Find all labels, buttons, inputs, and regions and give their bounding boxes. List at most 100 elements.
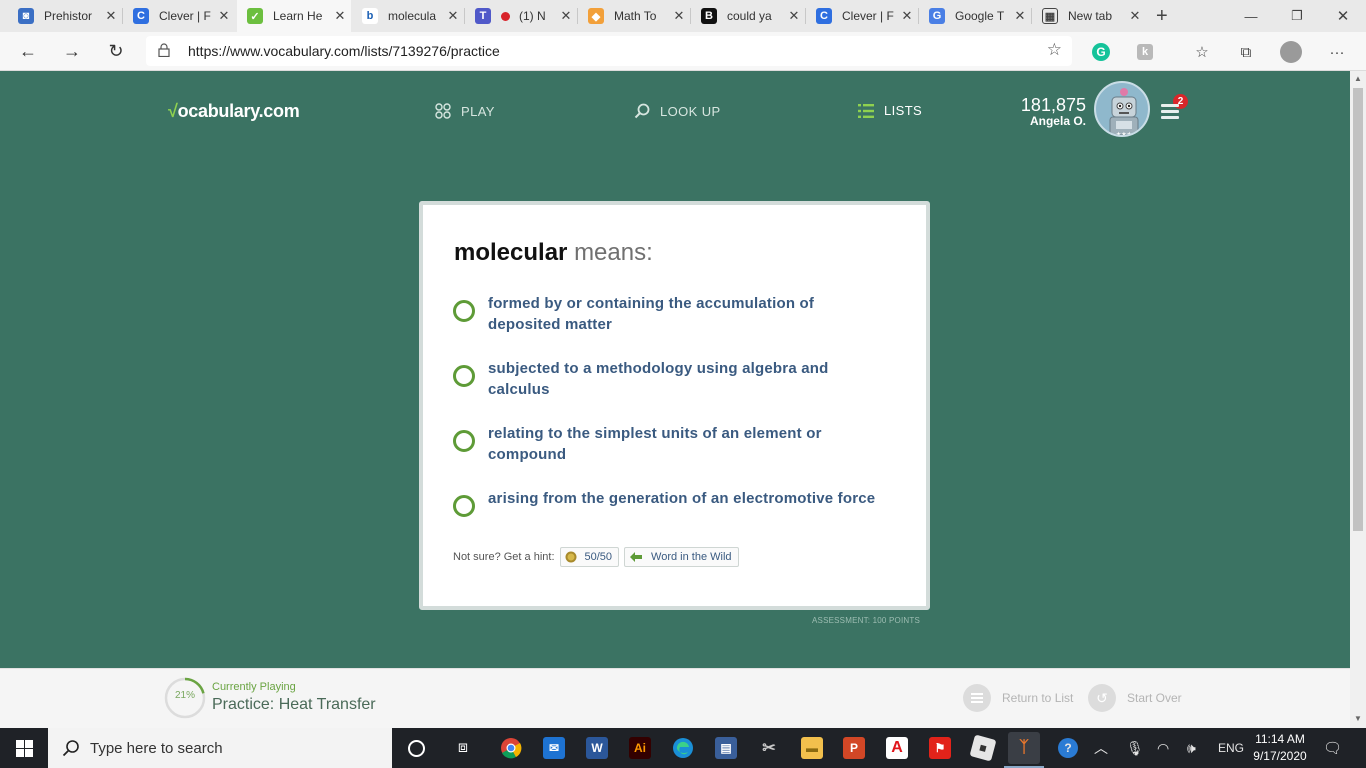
hint-5050-label: 50/50: [584, 551, 613, 563]
volume-icon[interactable]: 🕪︎: [1187, 728, 1196, 768]
start-over-button[interactable]: ↺ Start Over: [1088, 684, 1182, 712]
favorites-icon[interactable]: ☆: [1190, 40, 1214, 64]
close-icon[interactable]: ✕: [1124, 8, 1146, 24]
answer-choice[interactable]: arising from the generation of an electr…: [453, 488, 883, 517]
radio-circle-icon[interactable]: [453, 495, 475, 517]
close-icon[interactable]: ✕: [442, 8, 464, 24]
roblox-icon[interactable]: ■: [967, 732, 999, 764]
roblox-studio-icon[interactable]: ⚑: [924, 732, 956, 764]
return-to-list-button[interactable]: Return to List: [963, 684, 1073, 712]
answer-choice-text: subjected to a methodology using algebra…: [488, 360, 829, 398]
browser-tab[interactable]: C Clever | F ✕: [806, 0, 918, 32]
scroll-thumb[interactable]: [1353, 88, 1363, 531]
close-icon[interactable]: ✕: [329, 8, 351, 24]
radio-circle-icon[interactable]: [453, 430, 475, 452]
list-icon: [963, 684, 991, 712]
grammarly-icon[interactable]: G: [1089, 40, 1113, 64]
hint-5050-button[interactable]: 50/50: [559, 547, 620, 567]
windows-start-icon[interactable]: [0, 728, 48, 768]
hint-row: Not sure? Get a hint: 50/50 Word in the …: [453, 547, 739, 567]
search-icon: [62, 739, 80, 757]
play-grid-icon: [435, 103, 451, 119]
mail-icon[interactable]: ✉: [538, 732, 570, 764]
browser-tab-strip: ◙ Prehistor ✕ C Clever | F ✕ ✓ Learn He …: [0, 0, 1366, 32]
nav-play[interactable]: PLAY: [435, 103, 495, 119]
task-view-icon[interactable]: ⧈: [447, 732, 479, 764]
more-options-icon[interactable]: ···: [1325, 40, 1349, 64]
browser-tab[interactable]: b molecula ✕: [352, 0, 464, 32]
browser-tab[interactable]: ◆ Math To ✕: [578, 0, 690, 32]
robot-avatar[interactable]: ★★★: [1094, 81, 1150, 137]
answer-choice-text: formed by or containing the accumulation…: [488, 295, 815, 333]
nav-lists[interactable]: LISTS: [858, 103, 922, 118]
radio-circle-icon[interactable]: [453, 365, 475, 387]
notification-center-icon[interactable]: 🗨︎: [1323, 728, 1342, 768]
list-icon: [858, 103, 874, 118]
scroll-down-icon[interactable]: ▼: [1354, 714, 1362, 723]
hint-word-in-wild-button[interactable]: Word in the Wild: [624, 547, 739, 567]
current-activity-title[interactable]: Practice: Heat Transfer: [212, 696, 376, 714]
tab-favicon-icon: G: [929, 8, 945, 24]
edge-icon[interactable]: [667, 732, 699, 764]
hamburger-menu-icon[interactable]: [1161, 104, 1179, 119]
acrobat-icon[interactable]: A: [881, 732, 913, 764]
powerpoint-icon[interactable]: P: [838, 732, 870, 764]
illustrator-icon[interactable]: Ai: [624, 732, 656, 764]
profile-avatar-icon[interactable]: [1279, 40, 1303, 64]
answer-choice[interactable]: relating to the simplest units of an ele…: [453, 423, 883, 465]
system-clock[interactable]: 11:14 AM 9/17/2020: [1249, 731, 1311, 765]
site-logo[interactable]: √ocabulary.com: [168, 101, 300, 122]
chrome-icon[interactable]: [495, 732, 527, 764]
browser-tab[interactable]: C Clever | F ✕: [123, 0, 235, 32]
back-arrow-icon[interactable]: ←: [12, 36, 44, 66]
question-means: means:: [574, 239, 653, 266]
refresh-icon[interactable]: ↻: [100, 36, 132, 66]
wifi-icon[interactable]: ◠: [1157, 728, 1169, 768]
minimize-icon[interactable]: —: [1228, 0, 1274, 32]
question-card: molecular means: formed by or containing…: [419, 201, 930, 610]
user-points[interactable]: 181,875 Angela O.: [1000, 95, 1086, 128]
nav-lookup[interactable]: LOOK UP: [634, 103, 721, 119]
restore-icon[interactable]: ❐: [1274, 0, 1320, 32]
browser-tab[interactable]: ▦ New tab ✕: [1032, 0, 1146, 32]
answer-choice-text: relating to the simplest units of an ele…: [488, 425, 822, 463]
network-app-icon[interactable]: ▤: [710, 732, 742, 764]
tray-chevron-up-icon[interactable]: ︿: [1094, 728, 1108, 768]
question-prompt: molecular means:: [454, 239, 653, 267]
browser-tab[interactable]: B could ya ✕: [691, 0, 805, 32]
answer-choice[interactable]: formed by or containing the accumulation…: [453, 293, 883, 335]
tab-title: molecula: [388, 9, 437, 23]
snip-tool-icon[interactable]: ✂: [753, 732, 785, 764]
forward-arrow-icon[interactable]: →: [56, 36, 88, 66]
close-icon[interactable]: ✕: [783, 8, 805, 24]
close-icon[interactable]: ✕: [668, 8, 690, 24]
microphone-icon[interactable]: 🎙︎: [1126, 728, 1144, 768]
scroll-up-icon[interactable]: ▲: [1354, 74, 1362, 83]
address-bar[interactable]: https://www.vocabulary.com/lists/7139276…: [146, 36, 1072, 66]
close-icon[interactable]: ✕: [213, 8, 235, 24]
language-indicator[interactable]: ENG: [1218, 728, 1244, 768]
collections-icon[interactable]: ⧉: [1234, 40, 1258, 64]
radio-circle-icon[interactable]: [453, 300, 475, 322]
taskbar-search-box[interactable]: Type here to search: [48, 728, 392, 768]
close-icon[interactable]: ✕: [555, 8, 577, 24]
file-explorer-icon[interactable]: ▬: [796, 732, 828, 764]
answer-choice[interactable]: subjected to a methodology using algebra…: [453, 358, 883, 400]
cortana-icon[interactable]: [400, 732, 432, 764]
browser-tab[interactable]: T (1) N ✕: [465, 0, 577, 32]
close-icon[interactable]: ✕: [896, 8, 918, 24]
browser-tab[interactable]: G Google T ✕: [919, 0, 1031, 32]
close-icon[interactable]: ✕: [100, 8, 122, 24]
close-icon[interactable]: ✕: [1009, 8, 1031, 24]
extension-icon[interactable]: k: [1133, 40, 1157, 64]
close-window-icon[interactable]: ✕: [1320, 0, 1366, 32]
browser-tab-active[interactable]: ✓ Learn He ✕: [237, 0, 351, 32]
help-icon[interactable]: ?: [1058, 728, 1078, 768]
favorite-star-icon[interactable]: ☆: [1047, 40, 1062, 60]
new-tab-button[interactable]: +: [1150, 0, 1180, 32]
browser-tab[interactable]: ◙ Prehistor ✕: [8, 0, 122, 32]
page-scrollbar[interactable]: ▲ ▼: [1350, 71, 1366, 728]
active-app-icon[interactable]: ᛉ: [1008, 732, 1040, 764]
nav-lists-label: LISTS: [884, 103, 923, 118]
word-icon[interactable]: W: [581, 732, 613, 764]
